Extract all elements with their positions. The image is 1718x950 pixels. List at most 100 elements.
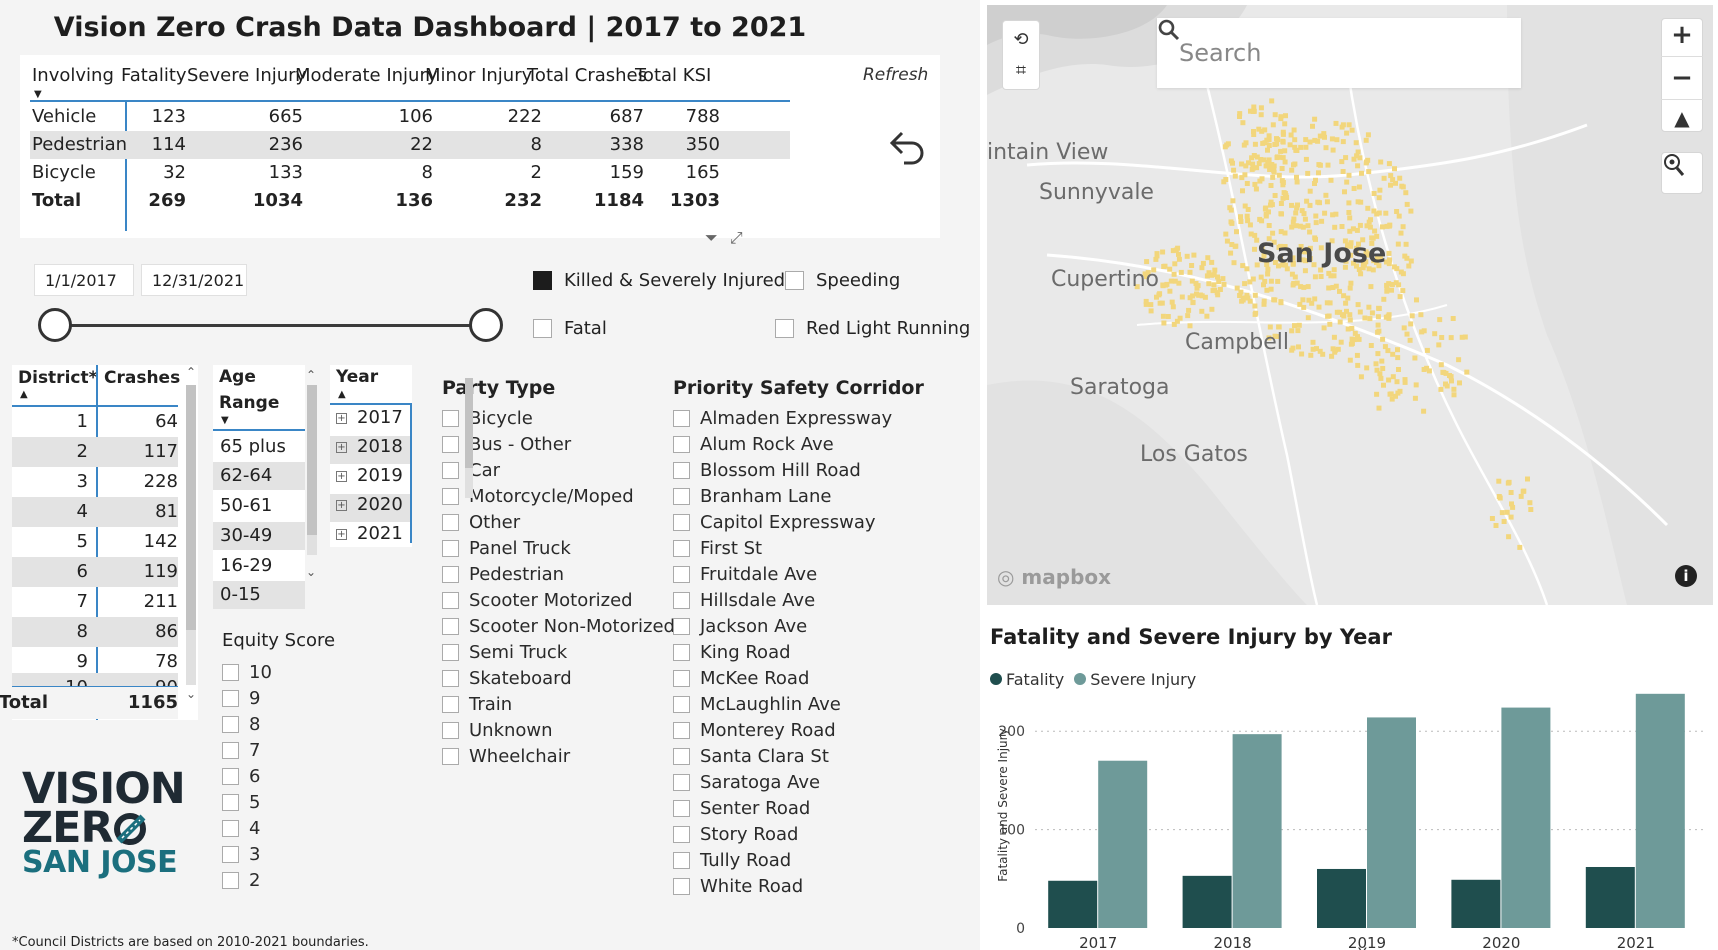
- crash-dot[interactable]: [1293, 210, 1299, 216]
- crash-dot[interactable]: [1265, 271, 1271, 277]
- crash-dot[interactable]: [1499, 510, 1505, 516]
- crash-dot[interactable]: [1206, 281, 1212, 287]
- crash-dot[interactable]: [1143, 298, 1149, 304]
- crash-dot[interactable]: [1240, 188, 1245, 194]
- crash-dot[interactable]: [1389, 287, 1394, 293]
- crash-dot[interactable]: [1237, 114, 1242, 119]
- crash-dot[interactable]: [1247, 298, 1253, 304]
- checkbox[interactable]: [222, 663, 239, 681]
- crash-dot[interactable]: [1377, 187, 1383, 193]
- crash-dot[interactable]: [1310, 339, 1316, 345]
- crash-dot[interactable]: [1290, 219, 1296, 225]
- crash-dot[interactable]: [1355, 163, 1361, 169]
- crash-dot[interactable]: [1337, 319, 1343, 325]
- crash-dot[interactable]: [1228, 250, 1234, 256]
- crash-dot[interactable]: [1388, 173, 1394, 179]
- checkbox[interactable]: [222, 767, 239, 785]
- equity-score-option[interactable]: 4: [222, 815, 335, 841]
- crash-dot[interactable]: [1517, 544, 1523, 550]
- checkbox[interactable]: [673, 461, 690, 479]
- crash-dot[interactable]: [1376, 305, 1382, 311]
- crash-dot[interactable]: [1328, 177, 1334, 183]
- date-slider-track[interactable]: [55, 324, 485, 327]
- corridor-option[interactable]: Alum Rock Ave: [673, 431, 924, 457]
- crash-dot[interactable]: [1296, 322, 1302, 328]
- crash-dot[interactable]: [1402, 379, 1408, 385]
- crash-dot[interactable]: [1232, 243, 1238, 249]
- crash-dot[interactable]: [1250, 109, 1256, 114]
- crash-dot[interactable]: [1356, 184, 1362, 190]
- crash-dot[interactable]: [1355, 302, 1361, 308]
- crash-dot[interactable]: [1177, 315, 1183, 321]
- crash-dot[interactable]: [1342, 189, 1347, 195]
- crash-dot[interactable]: [1187, 269, 1193, 275]
- crash-dot[interactable]: [1289, 328, 1295, 334]
- crash-dot[interactable]: [1378, 159, 1384, 165]
- crash-dot[interactable]: [1339, 159, 1345, 165]
- crash-dot[interactable]: [1348, 341, 1354, 347]
- crash-dot[interactable]: [1252, 311, 1258, 317]
- table-row[interactable]: 5 142: [12, 527, 178, 557]
- crash-dot[interactable]: [1170, 304, 1176, 310]
- crash-dot[interactable]: [1289, 347, 1295, 353]
- crash-dot[interactable]: [1320, 133, 1326, 139]
- crash-dot[interactable]: [1238, 214, 1243, 220]
- crash-dot[interactable]: [1275, 278, 1281, 284]
- corridor-option[interactable]: Senter Road: [673, 795, 924, 821]
- crash-dot[interactable]: [1279, 178, 1285, 184]
- crash-dot[interactable]: [1528, 507, 1534, 512]
- crash-dot[interactable]: [1195, 283, 1201, 289]
- crash-dot[interactable]: [1349, 127, 1355, 133]
- crash-dot[interactable]: [1231, 260, 1237, 266]
- zoom-in-button[interactable]: +: [1671, 20, 1693, 50]
- column-header-moderate-injury[interactable]: Moderate Injury: [295, 65, 438, 86]
- age-scrollbar[interactable]: [307, 385, 317, 555]
- map-search-box[interactable]: Search: [1157, 18, 1521, 88]
- crash-dot[interactable]: [1358, 374, 1364, 380]
- crash-dot[interactable]: [1321, 325, 1327, 331]
- expand-plus-icon[interactable]: +: [336, 442, 347, 453]
- column-header-crashes[interactable]: Crashes: [104, 368, 180, 388]
- crash-dot[interactable]: [1359, 170, 1364, 176]
- crash-dot[interactable]: [1163, 282, 1169, 288]
- crash-dot[interactable]: [1243, 140, 1249, 146]
- crash-dot[interactable]: [1168, 278, 1174, 284]
- crash-dot[interactable]: [1413, 382, 1419, 388]
- crash-dot[interactable]: [1153, 256, 1159, 262]
- crash-dot[interactable]: [1368, 284, 1374, 290]
- crash-dot[interactable]: [1283, 113, 1288, 119]
- crash-dot[interactable]: [1289, 271, 1295, 277]
- crash-dot[interactable]: [1418, 312, 1424, 318]
- date-slider-end-handle[interactable]: [469, 308, 503, 342]
- checkbox[interactable]: [673, 877, 690, 895]
- column-header-total-crashes[interactable]: Total Crashes: [527, 65, 647, 86]
- crash-dot[interactable]: [1376, 328, 1382, 334]
- crash-dot[interactable]: [1367, 316, 1373, 322]
- equity-score-option[interactable]: 9: [222, 685, 335, 711]
- crash-dot[interactable]: [1386, 377, 1392, 383]
- crash-dot[interactable]: [1167, 288, 1173, 294]
- crash-dot[interactable]: [1378, 375, 1384, 381]
- checkbox[interactable]: [442, 643, 459, 661]
- party-type-option[interactable]: Bus - Other: [442, 431, 675, 457]
- crash-dot[interactable]: [1265, 147, 1270, 153]
- end-date-input[interactable]: 12/31/2021: [141, 264, 247, 296]
- checkbox[interactable]: [442, 435, 459, 453]
- party-scrollbar[interactable]: [465, 378, 473, 498]
- crash-dot[interactable]: [1344, 130, 1350, 136]
- crash-dot[interactable]: [1276, 324, 1282, 330]
- column-header-minor-injury[interactable]: Minor Injury: [425, 65, 532, 86]
- equity-score-option[interactable]: 8: [222, 711, 335, 737]
- crash-dot[interactable]: [1298, 284, 1304, 290]
- crash-dot[interactable]: [1242, 281, 1248, 287]
- crash-dot[interactable]: [1510, 504, 1516, 510]
- crash-dot[interactable]: [1312, 274, 1318, 280]
- crash-dot[interactable]: [1345, 326, 1351, 332]
- crash-dot[interactable]: [1307, 188, 1313, 194]
- crash-dot[interactable]: [1313, 220, 1319, 226]
- crash-dot[interactable]: [1316, 162, 1322, 168]
- checkbox[interactable]: [673, 487, 690, 505]
- corridor-option[interactable]: King Road: [673, 639, 924, 665]
- crash-dot[interactable]: [1278, 148, 1284, 154]
- crash-dot[interactable]: [1327, 321, 1333, 327]
